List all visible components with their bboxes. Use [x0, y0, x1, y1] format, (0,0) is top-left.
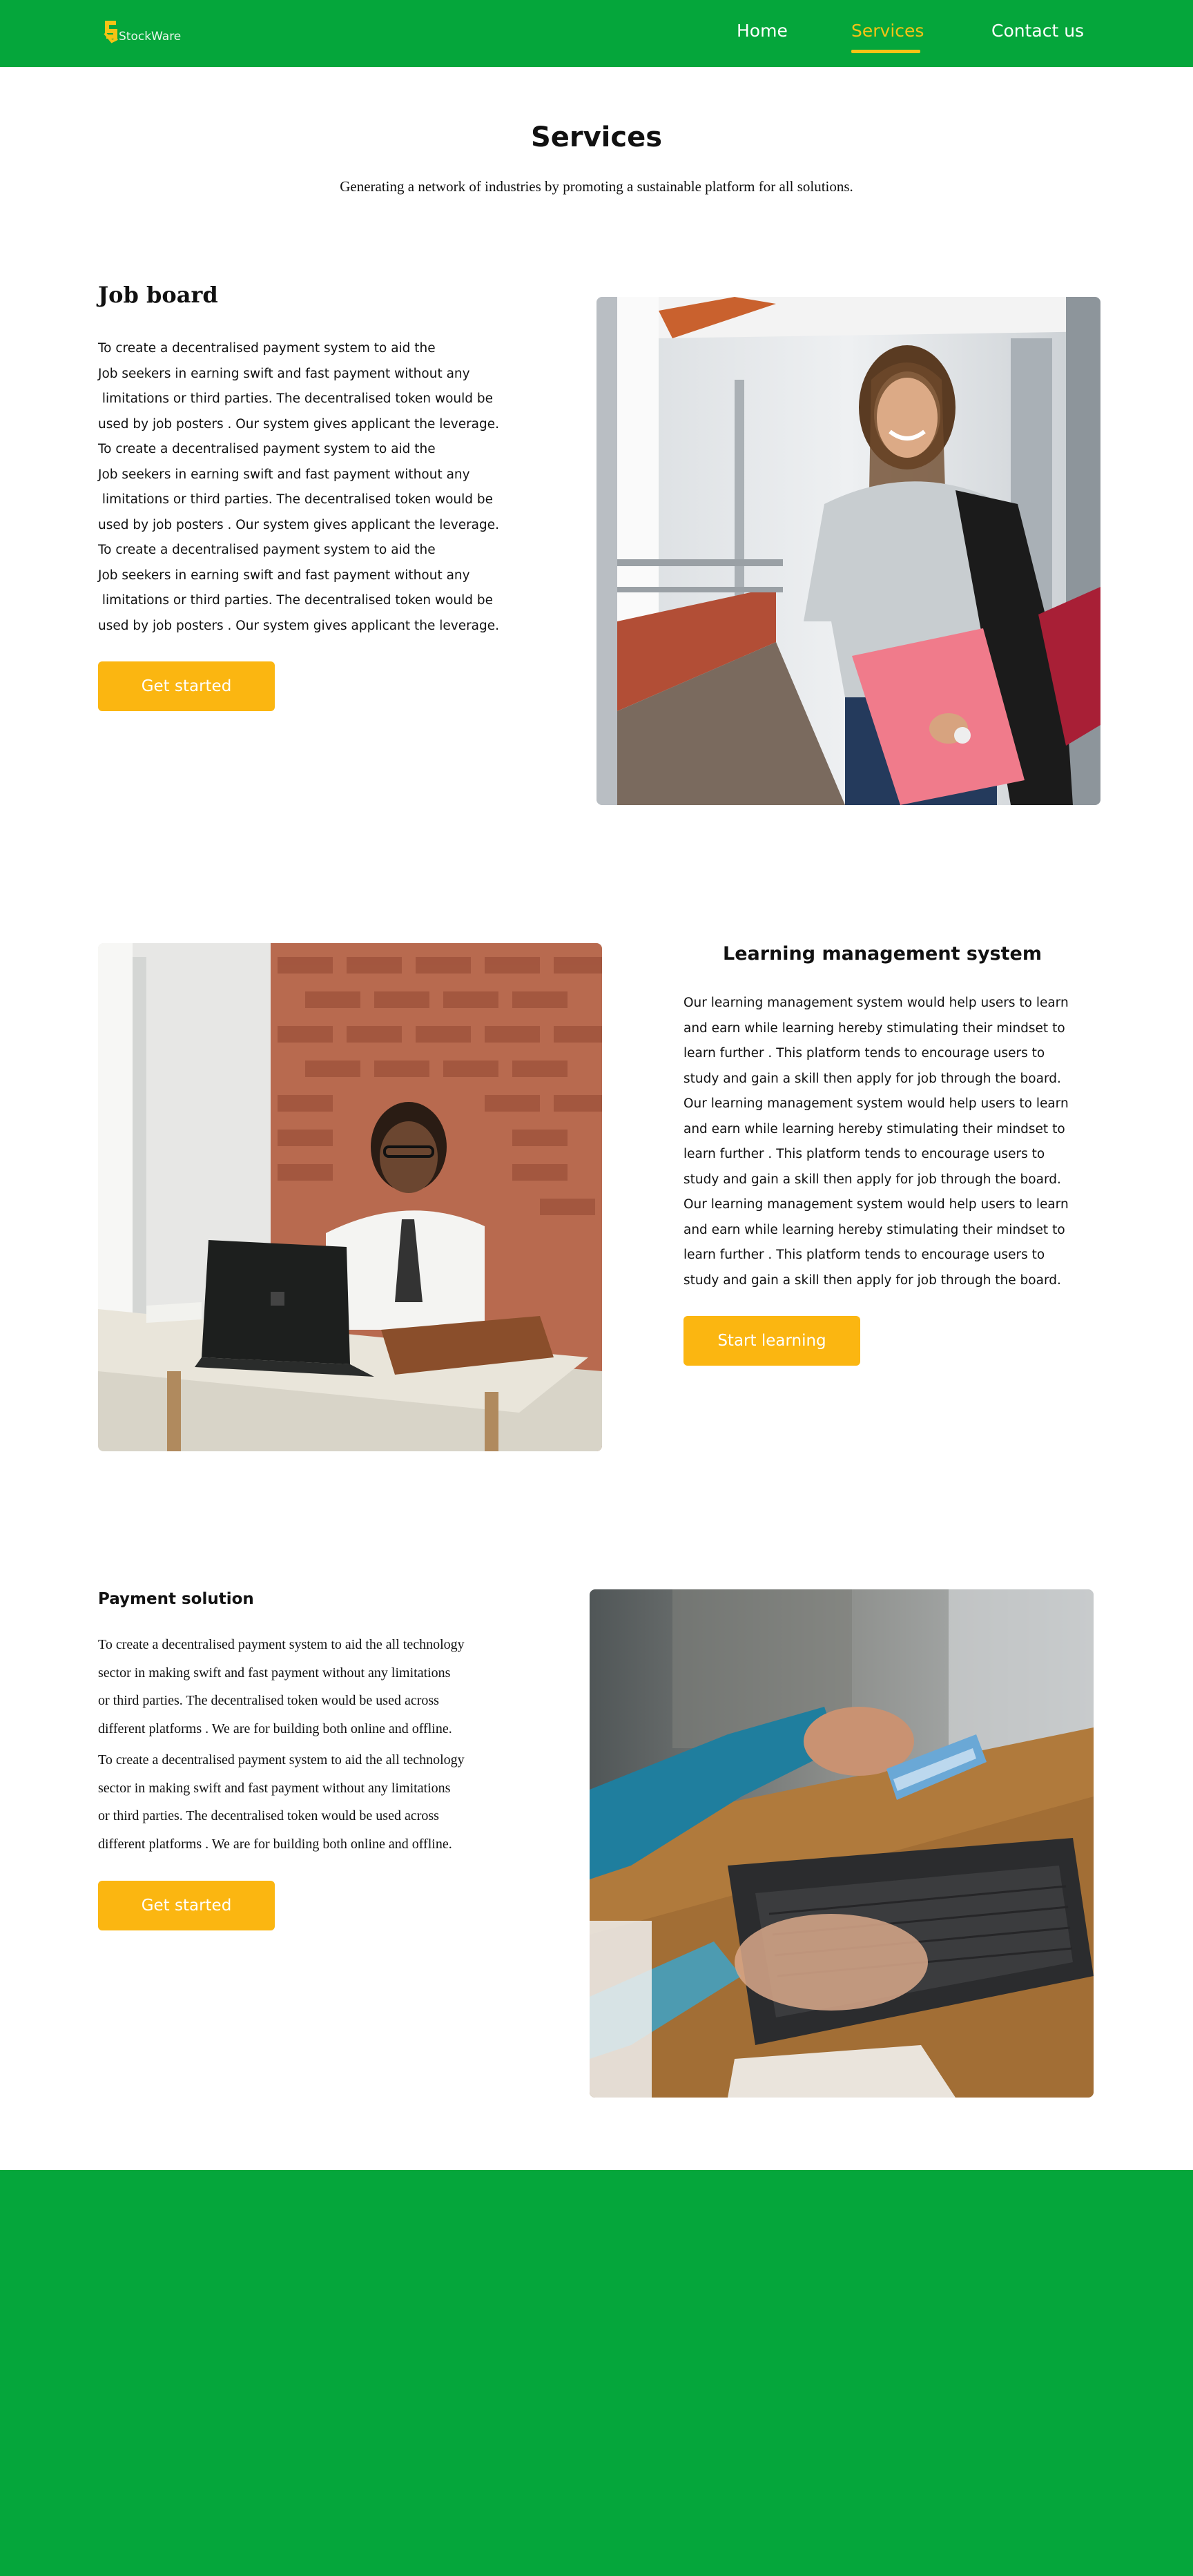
paragraph-line: Job seekers in earning swift and fast pa…: [98, 568, 470, 583]
paragraph-line: Job seekers in earning swift and fast pa…: [98, 366, 470, 381]
brand-logo[interactable]: StockWare: [102, 18, 181, 48]
paragraph-line: or third parties. The decentralised toke…: [98, 1693, 439, 1708]
payment-description: To create a decentralised payment system…: [98, 1631, 465, 1858]
paragraph-line: study and gain a skill then apply for jo…: [683, 1071, 1061, 1086]
paragraph-line: To create a decentralised payment system…: [98, 1637, 465, 1652]
brand-name: StockWare: [119, 30, 182, 43]
paragraph-line: To create a decentralised payment system…: [98, 1752, 465, 1768]
learning-description: Our learning management system would hel…: [683, 991, 1069, 1293]
paragraph-line: different platforms . We are for buildin…: [98, 1721, 452, 1736]
student-photo: [596, 297, 1100, 805]
paragraph-line: limitations or third parties. The decent…: [98, 391, 494, 406]
start-learning-button[interactable]: Start learning: [683, 1316, 860, 1366]
paragraph-line: study and gain a skill then apply for jo…: [683, 1172, 1061, 1187]
paragraph-line: study and gain a skill then apply for jo…: [683, 1272, 1061, 1288]
paragraph-line: Our learning management system would hel…: [683, 1197, 1069, 1212]
get-started-button[interactable]: Get started: [98, 661, 275, 711]
top-navbar: StockWare Home Services Contact us: [0, 0, 1193, 67]
page-subtitle: Generating a network of industries by pr…: [340, 178, 853, 195]
paragraph-line: used by job posters . Our system gives a…: [98, 517, 500, 532]
page-footer: [0, 2170, 1193, 2576]
paragraph-line: To create a decentralised payment system…: [98, 442, 436, 456]
paragraph-line: limitations or third parties. The decent…: [98, 593, 494, 608]
paragraph-line: learn further . This platform tends to e…: [683, 1046, 1045, 1061]
paragraph-line: learn further . This platform tends to e…: [683, 1147, 1045, 1161]
paragraph-line: learn further . This platform tends to e…: [683, 1248, 1045, 1262]
paragraph-line: Our learning management system would hel…: [683, 1096, 1069, 1111]
learning-title: Learning management system: [723, 943, 1042, 965]
laptop-learner-photo: [98, 943, 602, 1451]
paragraph-line: Job seekers in earning swift and fast pa…: [98, 467, 470, 482]
paragraph-line: used by job posters . Our system gives a…: [98, 618, 500, 633]
paragraph-line: To create a decentralised payment system…: [98, 341, 436, 356]
paragraph-line: different platforms . We are for buildin…: [98, 1836, 452, 1852]
paragraph-line: or third parties. The decentralised toke…: [98, 1808, 439, 1823]
active-nav-indicator: [851, 50, 920, 53]
paragraph-line: sector in making swift and fast payment …: [98, 1780, 451, 1796]
job-board-title: Job board: [98, 282, 218, 308]
nav-services-link[interactable]: Services: [851, 21, 924, 41]
page-title: Services: [530, 122, 663, 153]
job-board-description: To create a decentralised payment system…: [98, 336, 499, 639]
paragraph-line: and earn while learning hereby stimulati…: [683, 1222, 1065, 1237]
card-payment-photo: [590, 1589, 1094, 2098]
paragraph-line: and earn while learning hereby stimulati…: [683, 1020, 1065, 1036]
payment-get-started-button[interactable]: Get started: [98, 1881, 275, 1930]
paragraph-line: To create a decentralised payment system…: [98, 543, 436, 557]
nav-contact-link[interactable]: Contact us: [991, 21, 1084, 41]
payment-title: Payment solution: [98, 1590, 254, 1608]
paragraph-line: and earn while learning hereby stimulati…: [683, 1121, 1065, 1136]
nav-home-link[interactable]: Home: [737, 21, 788, 41]
paragraph-line: Our learning management system would hel…: [683, 996, 1069, 1010]
paragraph-line: used by job posters . Our system gives a…: [98, 416, 500, 432]
paragraph-line: limitations or third parties. The decent…: [98, 492, 494, 507]
paragraph-line: sector in making swift and fast payment …: [98, 1665, 451, 1681]
